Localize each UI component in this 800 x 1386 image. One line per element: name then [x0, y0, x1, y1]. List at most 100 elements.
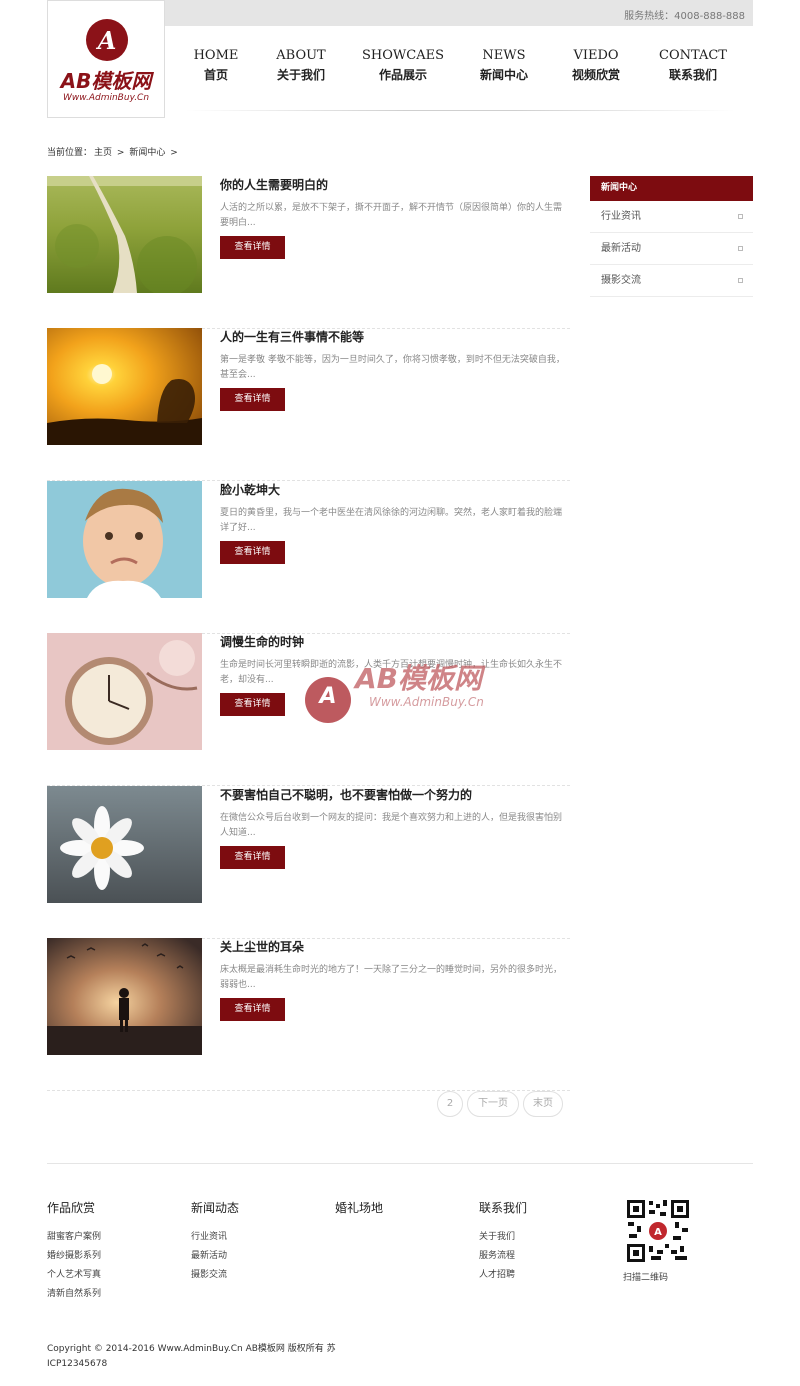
nav-label-en: HOME — [193, 48, 239, 63]
footer-link[interactable]: 个人艺术写真 — [47, 1266, 177, 1285]
view-details-button[interactable]: 查看详情 — [220, 236, 285, 259]
article-title[interactable]: 脸小乾坤大 — [220, 481, 280, 498]
article-title[interactable]: 关上尘世的耳朵 — [220, 938, 304, 955]
article-summary: 床太概是最消耗生命时光的地方了！一天除了三分之一的睡觉时间，另外的很多时光，弱弱… — [220, 965, 563, 990]
nav-divider — [185, 110, 735, 111]
article-thumbnail-silhouette[interactable] — [47, 938, 202, 1055]
footer-link[interactable]: 服务流程 — [479, 1247, 609, 1266]
article-thumbnail-baby[interactable] — [47, 481, 202, 598]
nav-label-cn: 视频欣赏 — [571, 68, 620, 82]
footer-link[interactable]: 最新活动 — [191, 1247, 321, 1266]
view-details-button[interactable]: 查看详情 — [220, 541, 285, 564]
article-thumbnail-pocket-watch[interactable] — [47, 633, 202, 750]
qr-logo-letter: A — [654, 1227, 662, 1238]
article-summary: 夏日的黄昏里，我与一个老中医坐在清风徐徐的河边闲聊。突然，老人家盯着我的脸端详了… — [220, 508, 563, 533]
nav-item-video[interactable]: VIEDO 视频欣赏 — [547, 48, 645, 83]
nav-label-cn: 首页 — [203, 68, 228, 82]
logo-letter: A — [97, 26, 117, 55]
footer-column-venue: 婚礼场地 — [335, 1199, 465, 1228]
nav-item-contact[interactable]: CONTACT 联系我们 — [644, 48, 742, 83]
breadcrumb-home-link[interactable]: 主页 — [94, 148, 112, 158]
footer-column-title: 联系我们 — [479, 1201, 528, 1215]
footer-link[interactable]: 婚纱摄影系列 — [47, 1247, 177, 1266]
footer-column-works: 作品欣赏 甜蜜客户案例 婚纱摄影系列 个人艺术写真 清新自然系列 — [47, 1199, 177, 1304]
footer-column-title: 新闻动态 — [191, 1201, 240, 1215]
footer-link[interactable]: 行业资讯 — [191, 1228, 321, 1247]
article-item: 你的人生需要明白的 人活的之所以累，是放不下架子，撕不开面子，解不开情节（原因很… — [47, 176, 570, 329]
logo-badge: A — [86, 19, 128, 61]
sidebar-item-label: 最新活动 — [601, 243, 641, 254]
footer-column-title: 作品欣赏 — [47, 1201, 96, 1215]
sidebar-item-industry-news[interactable]: 行业资讯 — [590, 201, 753, 233]
article-thumbnail-daisy[interactable] — [47, 786, 202, 903]
footer-divider — [47, 1163, 753, 1164]
article-summary: 在微信公众号后台收到一个网友的提问：我是个喜欢努力和上进的人，但是我很害怕别人知… — [220, 813, 563, 838]
footer-column-news: 新闻动态 行业资讯 最新活动 摄影交流 — [191, 1199, 321, 1285]
nav-label-cn: 新闻中心 — [479, 68, 528, 82]
nav-item-about[interactable]: ABOUT 关于我们 — [252, 48, 350, 83]
article-title[interactable]: 调慢生命的时钟 — [220, 633, 304, 650]
sidebar-title: 新闻中心 — [590, 176, 753, 201]
nav-label-en: ABOUT — [276, 48, 326, 63]
view-details-button[interactable]: 查看详情 — [220, 998, 285, 1021]
nav-label-cn: 关于我们 — [276, 68, 325, 82]
site-watermark: A AB模板网 Www.AdminBuy.Cn — [305, 655, 505, 730]
logo-site: Www.AdminBuy.Cn — [62, 93, 150, 103]
nav-item-home[interactable]: HOME 首页 — [167, 48, 265, 83]
nav-label-en: CONTACT — [659, 48, 727, 63]
breadcrumb-label: 当前位置： — [47, 148, 93, 158]
breadcrumb: 当前位置： 主页 > 新闻中心 > — [47, 145, 180, 158]
sidebar-item-latest-events[interactable]: 最新活动 — [590, 233, 753, 265]
last-page-button[interactable]: 末页 — [523, 1091, 563, 1117]
logo-brand: AB模板网 — [60, 69, 152, 93]
sidebar-item-photo-exchange[interactable]: 摄影交流 — [590, 265, 753, 297]
nav-label-cn: 联系我们 — [668, 68, 717, 82]
article-item: 关上尘世的耳朵 床太概是最消耗生命时光的地方了！一天除了三分之一的睡觉时间，另外… — [47, 938, 570, 1091]
breadcrumb-separator: > — [116, 148, 125, 158]
footer-link[interactable]: 清新自然系列 — [47, 1285, 177, 1304]
view-details-button[interactable]: 查看详情 — [220, 846, 285, 869]
nav-item-news[interactable]: NEWS 新闻中心 — [455, 48, 553, 83]
footer-link[interactable]: 关于我们 — [479, 1228, 609, 1247]
watermark-brand: AB模板网 — [355, 662, 483, 695]
main-nav: HOME 首页 ABOUT 关于我们 SHOWCAES 作品展示 NEWS 新闻… — [165, 26, 753, 112]
top-bar: 服务热线：4008-888-888 — [165, 0, 753, 26]
footer-link[interactable]: 摄影交流 — [191, 1266, 321, 1285]
page-number-button[interactable]: 2 — [437, 1091, 463, 1117]
nav-label-cn: 作品展示 — [378, 68, 427, 82]
watermark-site: Www.AdminBuy.Cn — [369, 695, 484, 709]
square-bullet-icon — [738, 214, 743, 219]
view-details-button[interactable]: 查看详情 — [220, 388, 285, 411]
icp-number: ICP12345678 — [47, 1359, 108, 1369]
footer-link[interactable]: 甜蜜客户案例 — [47, 1228, 177, 1247]
article-title[interactable]: 人的一生有三件事情不能等 — [220, 328, 364, 345]
article-title[interactable]: 不要害怕自己不聪明，也不要害怕做一个努力的 — [220, 786, 472, 803]
nav-label-en: SHOWCAES — [362, 48, 444, 63]
hotline-text: 服务热线：4008-888-888 — [624, 11, 745, 22]
footer-column-contact: 联系我们 关于我们 服务流程 人才招聘 — [479, 1199, 609, 1285]
footer-column-title[interactable]: 婚礼场地 — [335, 1199, 465, 1216]
article-thumbnail-sunset[interactable] — [47, 328, 202, 445]
copyright-line: Copyright © 2014-2016 Www.AdminBuy.Cn AB… — [47, 1344, 336, 1354]
nav-item-showcase[interactable]: SHOWCAES 作品展示 — [354, 48, 452, 83]
article-thumbnail-field-path[interactable] — [47, 176, 202, 293]
breadcrumb-separator: > — [170, 148, 178, 158]
sidebar: 新闻中心 行业资讯 最新活动 摄影交流 — [590, 176, 753, 297]
sidebar-item-label: 摄影交流 — [601, 275, 641, 286]
article-summary: 第一是孝敬 孝敬不能等，因为一旦时间久了，你将习惯孝敬，到时不但无法突破自我，甚… — [220, 355, 565, 380]
breadcrumb-current-link[interactable]: 新闻中心 — [129, 148, 165, 158]
sidebar-item-label: 行业资讯 — [601, 211, 641, 222]
view-details-button[interactable]: 查看详情 — [220, 693, 285, 716]
article-item: 人的一生有三件事情不能等 第一是孝敬 孝敬不能等，因为一旦时间久了，你将习惯孝敬… — [47, 328, 570, 481]
site-logo[interactable]: A AB模板网 Www.AdminBuy.Cn — [47, 0, 165, 118]
qr-code-icon: A — [625, 1198, 691, 1264]
nav-label-en: NEWS — [482, 48, 526, 63]
next-page-button[interactable]: 下一页 — [467, 1091, 519, 1117]
article-item: 脸小乾坤大 夏日的黄昏里，我与一个老中医坐在清风徐徐的河边闲聊。突然，老人家盯着… — [47, 481, 570, 634]
nav-label-en: VIEDO — [573, 48, 619, 63]
article-summary: 人活的之所以累，是放不下架子，撕不开面子，解不开情节（原因很简单）你的人生需要明… — [220, 203, 563, 228]
article-item: 不要害怕自己不聪明，也不要害怕做一个努力的 在微信公众号后台收到一个网友的提问：… — [47, 786, 570, 939]
article-title[interactable]: 你的人生需要明白的 — [220, 176, 328, 193]
footer-link[interactable]: 人才招聘 — [479, 1266, 609, 1285]
qr-caption: 扫描二维码 — [623, 1273, 669, 1283]
